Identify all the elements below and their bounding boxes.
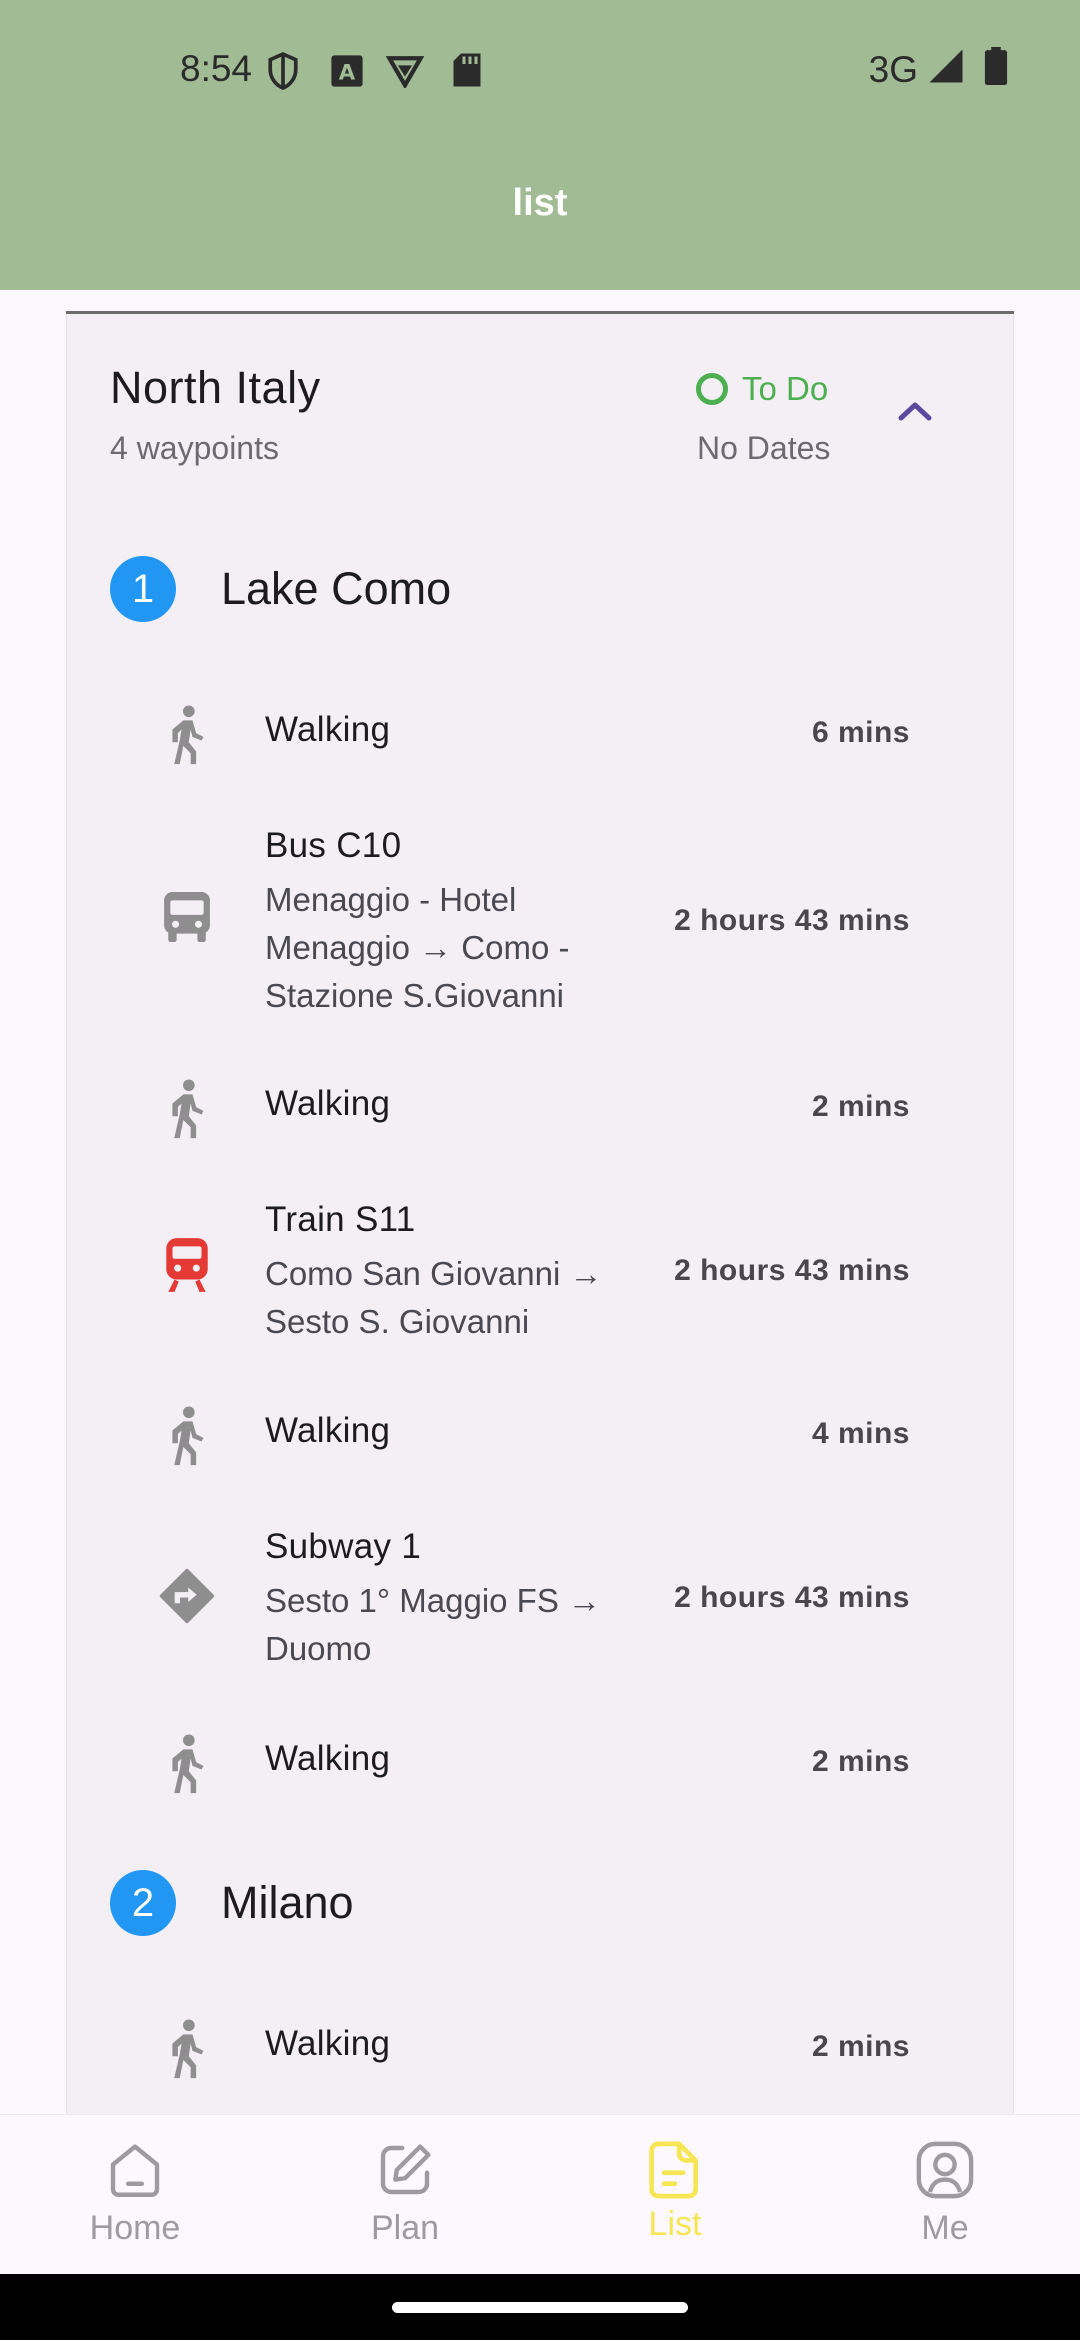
nav-home[interactable]: Home [0, 2115, 270, 2275]
leg-row[interactable]: Walking 2 mins [150, 1729, 910, 1799]
leg-duration: 2 mins [811, 1090, 910, 1123]
leg-route: Menaggio - Hotel Menaggio → Como - Stazi… [265, 881, 570, 1014]
waypoint-name: Milano [221, 1877, 354, 1928]
leg-duration: 2 mins [811, 2030, 910, 2063]
leg-title: Walking [265, 710, 391, 749]
status-bar: 8:54 A 3G [0, 0, 1080, 140]
train-icon [150, 1228, 224, 1302]
status-right: 3G [868, 46, 1008, 94]
trip-status[interactable]: To Do [696, 370, 828, 408]
sd-card-icon [452, 52, 482, 93]
leg-row[interactable]: Train S11 Como San Giovanni → Sesto S. G… [150, 1196, 910, 1346]
leg-route: Como San Giovanni → Sesto S. Giovanni [265, 1255, 603, 1340]
home-icon [102, 2137, 168, 2203]
leg-title: Walking [265, 1411, 391, 1450]
leg-title: Walking [265, 1739, 391, 1778]
nav-label: Me [921, 2209, 969, 2247]
leg-title: Walking [265, 1084, 391, 1123]
walking-icon [150, 698, 224, 772]
network-type: 3G [868, 49, 918, 90]
collapse-button[interactable] [890, 388, 940, 438]
waypoint-header[interactable]: 1 Lake Como [110, 556, 451, 622]
leg-row[interactable]: Walking 6 mins [150, 700, 910, 770]
leg-row[interactable]: Walking 4 mins [150, 1401, 910, 1471]
leg-duration: 2 mins [811, 1745, 910, 1778]
nav-plan[interactable]: Plan [270, 2115, 540, 2275]
leg-title: Walking [265, 2024, 391, 2063]
leg-route: Sesto 1° Maggio FS → Duomo [265, 1582, 602, 1667]
trip-title: North Italy [110, 362, 321, 413]
waypoint-number-badge: 2 [110, 1870, 176, 1936]
home-gesture-handle[interactable] [392, 2302, 688, 2313]
waypoint-name: Lake Como [221, 563, 452, 614]
walking-icon [150, 1727, 224, 1801]
leg-title: Bus C10 [265, 826, 402, 865]
nav-me[interactable]: Me [810, 2115, 1080, 2275]
leg-duration: 2 hours 43 mins [674, 904, 910, 937]
leg-row[interactable]: Walking 2 mins [150, 2014, 910, 2084]
leg-duration: 6 mins [811, 716, 910, 749]
battery-icon [984, 46, 1008, 94]
vpn-icon [385, 54, 425, 93]
a-badge-icon: A [330, 54, 364, 93]
page-title: list [512, 182, 568, 224]
status-time: 8:54 [180, 48, 253, 89]
list-icon [642, 2137, 708, 2203]
svg-text:A: A [339, 61, 356, 86]
trip-dates: No Dates [697, 430, 831, 466]
status-label: To Do [742, 370, 829, 407]
status-circle-icon [696, 373, 728, 405]
waypoint-number-badge: 1 [110, 556, 176, 622]
nav-list[interactable]: List [540, 2115, 810, 2275]
walking-icon [150, 1072, 224, 1146]
trip-waypoint-count: 4 waypoints [110, 430, 279, 466]
edit-icon [372, 2137, 438, 2203]
profile-icon [912, 2137, 978, 2203]
nav-label: Home [89, 2209, 181, 2247]
nav-label: List [648, 2205, 702, 2243]
directions-icon [150, 1559, 224, 1633]
leg-row[interactable]: Subway 1 Sesto 1° Maggio FS → Duomo 2 ho… [150, 1523, 910, 1673]
bottom-nav: Home Plan List Me [0, 2114, 1080, 2274]
leg-duration: 2 hours 43 mins [674, 1581, 910, 1614]
leg-title: Train S11 [265, 1200, 416, 1239]
nav-label: Plan [370, 2209, 440, 2247]
signal-icon [928, 48, 964, 93]
walking-icon [150, 1399, 224, 1473]
shield-icon [266, 50, 300, 97]
leg-duration: 4 mins [811, 1417, 910, 1450]
leg-row[interactable]: Bus C10 Menaggio - Hotel Menaggio → Como… [150, 822, 910, 1022]
leg-row[interactable]: Walking 2 mins [150, 1074, 910, 1144]
bus-icon [150, 880, 224, 954]
walking-icon [150, 2012, 224, 2086]
leg-duration: 2 hours 43 mins [674, 1254, 910, 1287]
leg-title: Subway 1 [265, 1527, 422, 1566]
app-header: 8:54 A 3G list [0, 0, 1080, 290]
waypoint-header[interactable]: 2 Milano [110, 1870, 354, 1936]
chevron-up-icon [895, 398, 935, 429]
